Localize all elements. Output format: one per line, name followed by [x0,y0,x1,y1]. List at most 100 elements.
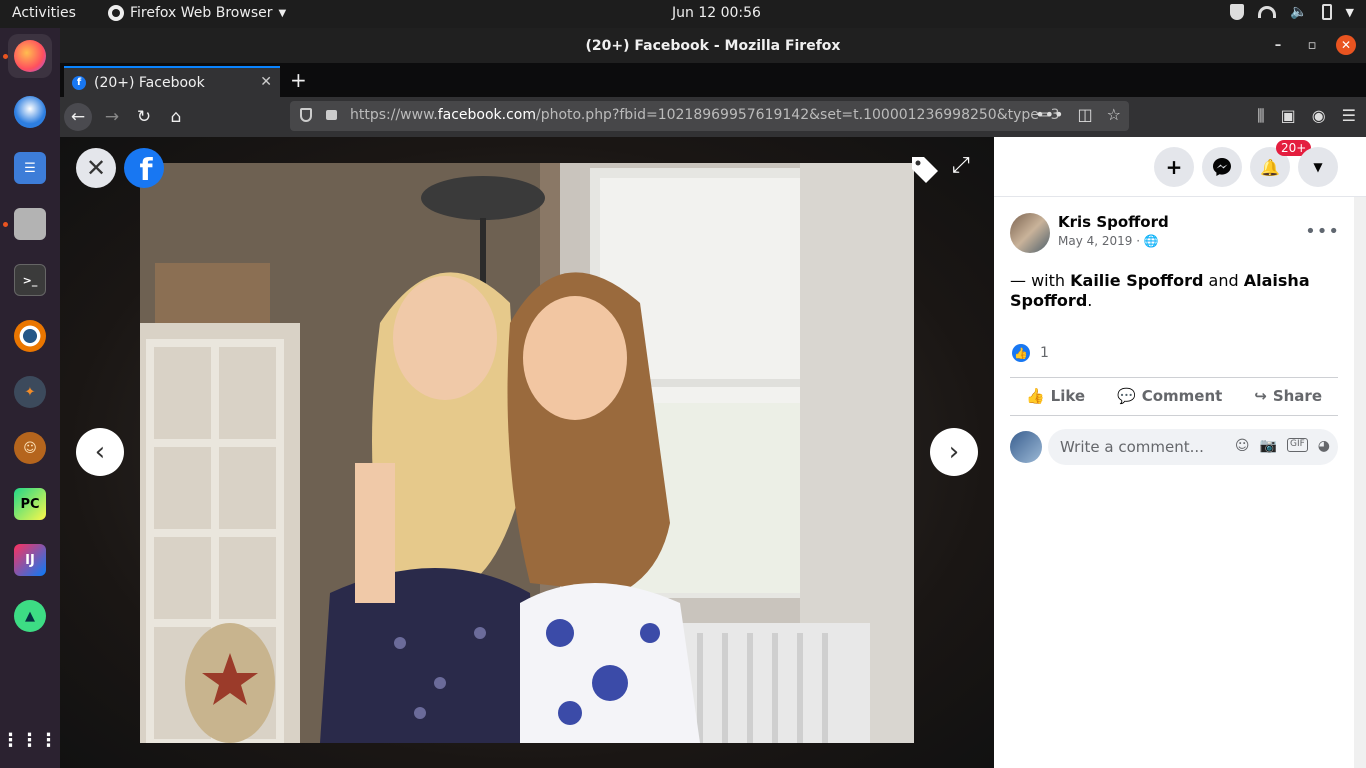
activities-button[interactable]: Activities [12,5,76,21]
system-tray[interactable]: 🔈 ▼ [1230,4,1354,20]
dock-files[interactable] [8,202,52,246]
post-caption: — with Kailie Spofford and Alaisha Spoff… [1010,271,1340,311]
close-window-button[interactable]: ✕ [1336,35,1356,55]
dock-terminal[interactable]: >_ [8,258,52,302]
chevron-down-icon: ▼ [278,7,287,19]
dock-android-studio[interactable]: ▲ [8,594,52,638]
lock-icon[interactable] [326,110,337,120]
thunderbird-icon [14,96,46,128]
window-titlebar[interactable]: (20+) Facebook - Mozilla Firefox – ▫ ✕ [60,28,1366,63]
tab-strip: f (20+) Facebook ✕ + [60,63,1366,97]
author-name[interactable]: Kris Spofford [1058,213,1169,231]
maximize-button[interactable]: ▫ [1302,38,1322,53]
clock[interactable]: Jun 12 00:56 [672,5,761,21]
close-tab-icon[interactable]: ✕ [260,74,272,90]
tab-label: (20+) Facebook [94,74,205,91]
hamburger-menu-icon[interactable]: ☰ [1342,106,1356,126]
navigation-toolbar: ← → ↻ ⌂ https://www.facebook.com/photo.p… [60,97,1366,137]
new-tab-button[interactable]: + [290,68,307,92]
dock-blender[interactable] [8,314,52,358]
dock-intellij[interactable]: IJ [8,538,52,582]
comment-input-icons: ☺ 📷 GIF ◕ [1235,438,1330,454]
create-button[interactable]: + [1154,147,1194,187]
messenger-button[interactable] [1202,147,1242,187]
current-user-avatar[interactable] [1010,431,1042,463]
back-button[interactable]: ← [64,103,92,131]
volume-icon: 🔈 [1290,4,1308,20]
dock-thunderbird[interactable] [8,90,52,134]
globe-icon[interactable]: 🌐 [1144,234,1159,248]
reactions-row[interactable]: 👍 1 [1012,344,1049,362]
caret-down-icon: ▼ [1313,160,1323,174]
panel-scrollbar[interactable] [1354,197,1366,768]
app-menu[interactable]: Firefox Web Browser ▼ [108,5,286,21]
comment-button[interactable]: 💬 Comment [1117,387,1222,405]
android-studio-icon: ▲ [14,600,46,632]
photo-image [140,163,914,743]
page-actions-icon[interactable]: ••• [1035,105,1063,124]
page-content: ✕ f ⤢ ‹ › + 🔔 20+ ▼ Kris Spofford May 4,… [60,137,1366,768]
next-photo-button[interactable]: › [930,428,978,476]
shield-icon [1230,4,1245,20]
library-icon[interactable]: ⫼ [1257,106,1264,126]
wifi-icon [1258,6,1277,18]
share-arrow-icon: ↪ [1254,387,1267,405]
like-button[interactable]: 👍 Like [1026,387,1085,405]
firefox-icon [14,40,46,72]
tracking-shield-icon[interactable] [300,108,312,122]
folder-icon [14,208,46,240]
sidebar-icon[interactable]: ▣ [1281,106,1296,126]
pocket-icon[interactable]: ◫ [1078,105,1093,124]
dock-inkscape[interactable]: ✦ [8,370,52,414]
reload-button[interactable]: ↻ [130,103,158,131]
account-icon[interactable]: ◉ [1312,106,1326,126]
toolbar-right: ⫼ ▣ ◉ ☰ [1257,106,1356,126]
intellij-icon: IJ [14,544,46,576]
dock-pycharm[interactable]: PC [8,482,52,526]
camera-icon[interactable]: 📷 [1260,438,1277,454]
url-bar[interactable]: https://www.facebook.com/photo.php?fbid=… [290,101,1129,131]
divider [1010,377,1338,378]
post-date[interactable]: May 4, 2019 · [1058,234,1144,248]
comment-input[interactable]: Write a comment... ☺ 📷 GIF ◕ [1048,429,1338,465]
facebook-logo-icon[interactable]: f [124,148,164,188]
gif-icon[interactable]: GIF [1286,438,1308,452]
forward-button[interactable]: → [98,103,126,131]
app-menu-label: Firefox Web Browser [130,5,273,21]
monkey-icon: ☺ [14,432,46,464]
sticker-icon[interactable]: ◕ [1318,438,1330,454]
more-options-button[interactable]: ••• [1305,221,1340,242]
checklist-icon: ☰ [14,152,46,184]
like-label: Like [1050,387,1086,405]
inkscape-icon: ✦ [14,376,46,408]
speech-bubble-icon: 💬 [1117,387,1136,405]
grid-icon: ⋮⋮⋮ [1,729,59,751]
account-menu-button[interactable]: ▼ [1298,147,1338,187]
close-viewer-button[interactable]: ✕ [76,148,116,188]
dock-monkey-app[interactable]: ☺ [8,426,52,470]
show-apps-button[interactable]: ⋮⋮⋮ [1,718,59,762]
bookmark-star-icon[interactable]: ☆ [1107,105,1121,124]
emoji-icon[interactable]: ☺ [1235,438,1250,454]
battery-icon [1321,4,1332,20]
dock-todo[interactable]: ☰ [8,146,52,190]
dock-firefox[interactable] [8,34,52,78]
panel-header: + 🔔 20+ ▼ [994,137,1366,197]
tagged-person-1[interactable]: Kailie Spofford [1070,271,1203,290]
tag-icon[interactable] [908,153,940,185]
caption-and: and [1203,271,1244,290]
like-count: 1 [1040,345,1049,361]
dock: ☰ >_ ✦ ☺ PC IJ ▲ ⋮⋮⋮ [0,28,60,768]
divider [1010,415,1338,416]
url-domain: facebook.com [437,107,536,123]
fullscreen-icon[interactable]: ⤢ [952,153,970,178]
photo[interactable] [140,163,914,743]
share-label: Share [1272,387,1322,405]
url-text[interactable]: https://www.facebook.com/photo.php?fbid=… [350,107,1060,123]
previous-photo-button[interactable]: ‹ [76,428,124,476]
minimize-button[interactable]: – [1268,38,1288,53]
home-button[interactable]: ⌂ [162,103,190,131]
author-avatar[interactable] [1010,213,1050,253]
tab-facebook[interactable]: f (20+) Facebook ✕ [64,66,280,97]
share-button[interactable]: ↪ Share [1254,387,1322,405]
